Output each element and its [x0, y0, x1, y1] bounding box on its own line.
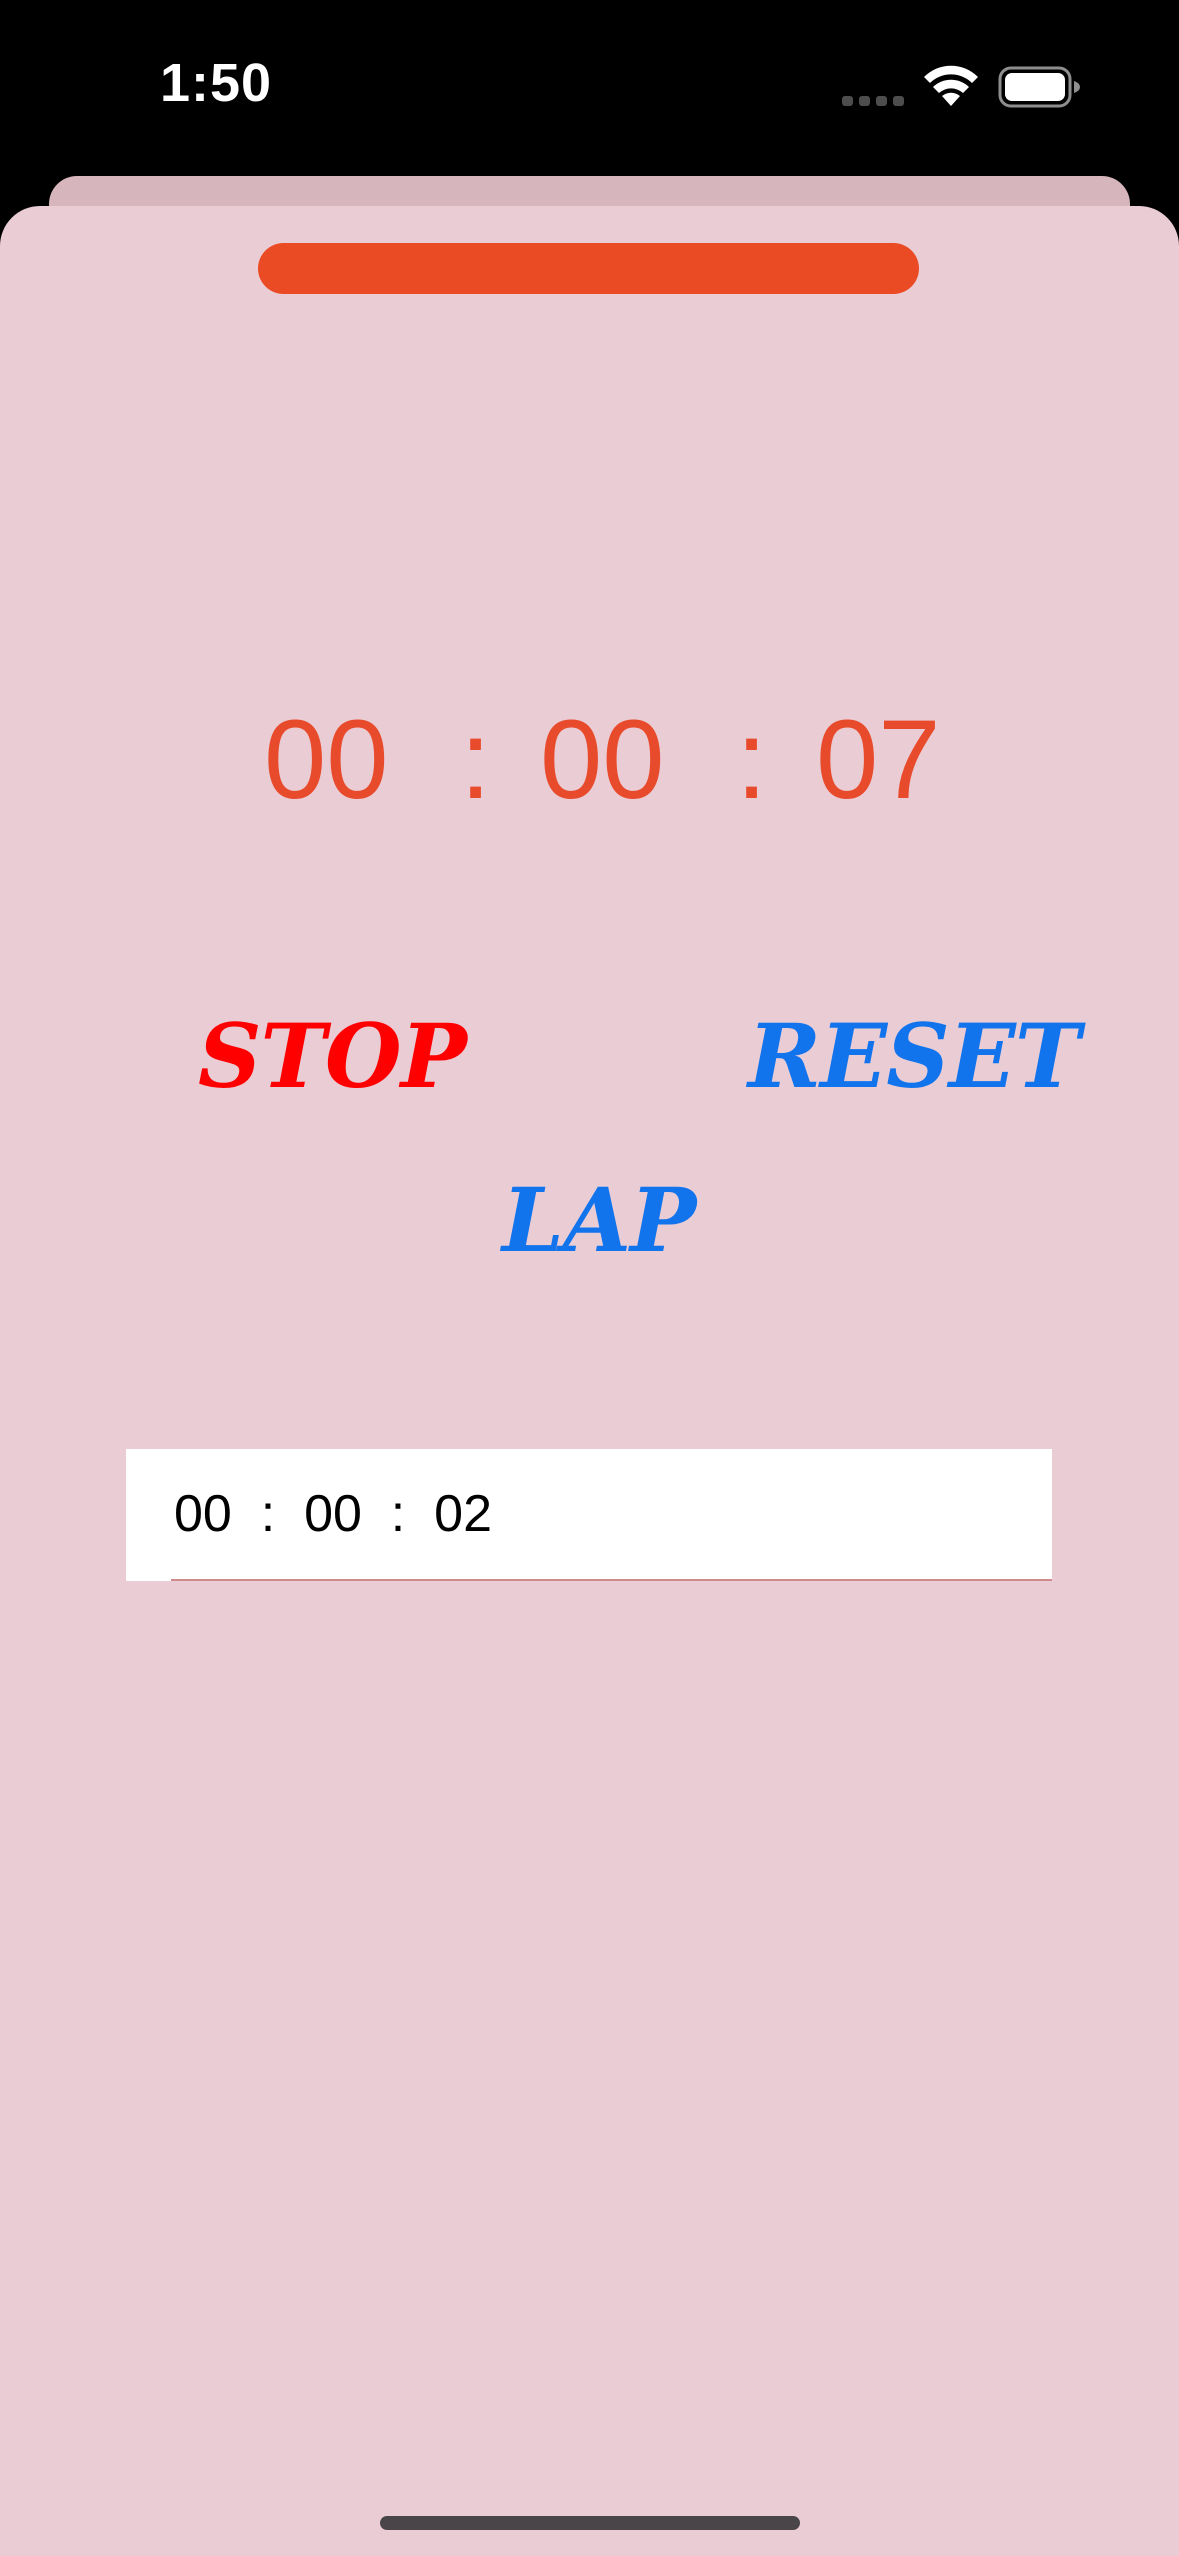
lap-time: 00 : 00 : 02: [174, 1485, 492, 1543]
lap-button[interactable]: LAP: [502, 1170, 696, 1270]
cellular-signal-icon: [842, 96, 904, 106]
stop-button[interactable]: STOP: [198, 1006, 467, 1106]
sheet-grabber[interactable]: [258, 243, 919, 294]
time-separator: :: [460, 697, 492, 822]
home-indicator[interactable]: [380, 2516, 800, 2530]
reset-button[interactable]: RESET: [748, 1006, 1080, 1106]
stopwatch-sheet: [0, 206, 1179, 2556]
status-bar: 1:50: [0, 0, 1179, 175]
stopwatch-display: 00 : 00 : 07: [0, 690, 1179, 830]
seconds-value: 07: [816, 697, 941, 822]
battery-icon: [998, 66, 1080, 108]
time-separator: :: [736, 697, 768, 822]
lap-separator: [171, 1579, 1052, 1581]
hours-value: 00: [264, 697, 389, 822]
status-time: 1:50: [160, 53, 273, 113]
lap-list-item: 00 : 00 : 02: [126, 1449, 1052, 1580]
wifi-icon: [924, 65, 978, 106]
minutes-value: 00: [540, 697, 665, 822]
